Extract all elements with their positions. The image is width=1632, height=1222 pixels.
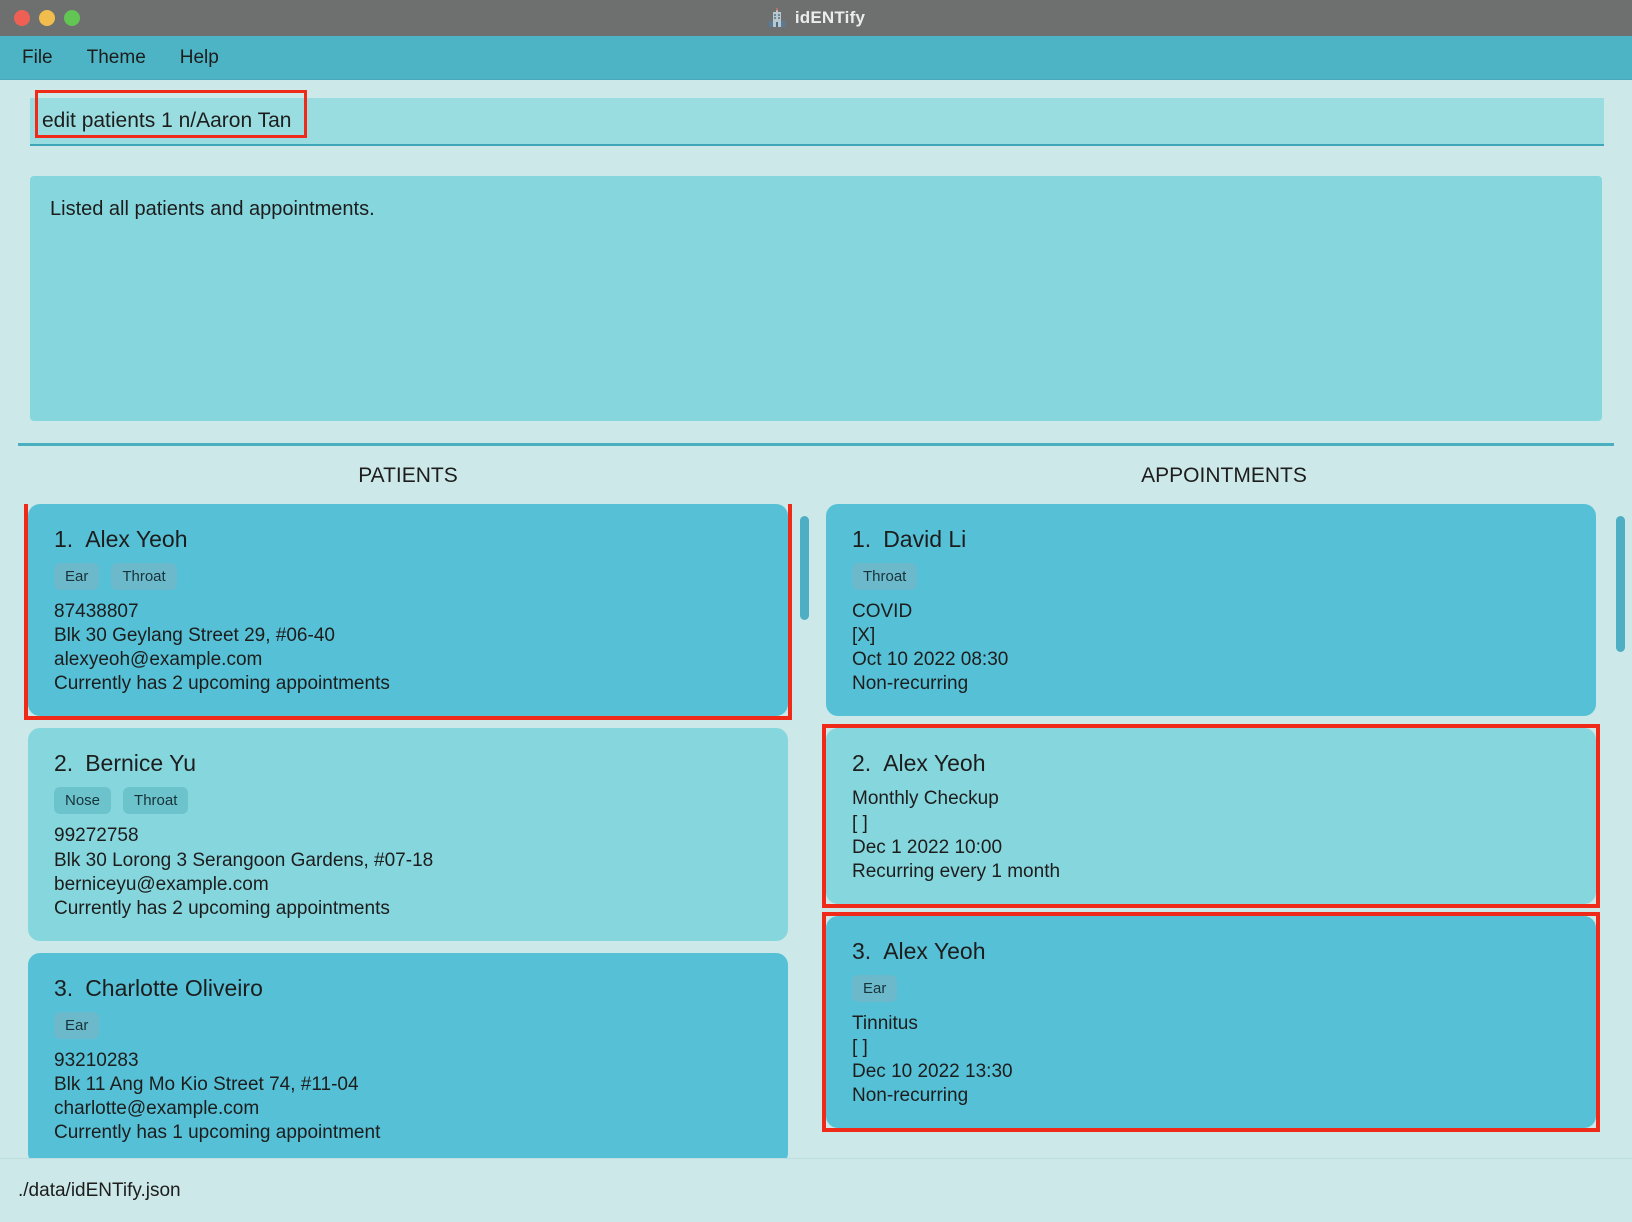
- card-header: 1. Alex Yeoh: [54, 526, 762, 553]
- card-tags: Ear: [54, 1011, 762, 1039]
- card-address: Blk 30 Geylang Street 29, #06-40: [54, 625, 335, 647]
- card-reason: COVID: [852, 600, 913, 622]
- menu-item-help[interactable]: Help: [180, 47, 219, 69]
- window-controls[interactable]: [0, 10, 80, 26]
- appointments-list-area: 1. David Li Throat COVID [X] Oct 10 2022 08:3…: [816, 503, 1632, 1158]
- tag-chip: Throat: [111, 562, 177, 590]
- appointments-card[interactable]: 3. Alex Yeoh Ear Tinnitus [ ] Dec 10 2022 13:…: [822, 911, 1600, 1133]
- card-datetime: Dec 10 2022 13:30: [852, 1061, 1013, 1083]
- card-tags: Throat: [852, 562, 1570, 590]
- card-name: Bernice Yu: [85, 750, 197, 777]
- patients-panel: PATIENTS 1. Alex Yeoh Ear Throat 87438807 Blk…: [0, 446, 816, 1158]
- card-phone: 87438807: [54, 600, 139, 622]
- result-message: Listed all patients and appointments.: [50, 198, 375, 220]
- appointments-scrollbar[interactable]: [1614, 504, 1632, 1158]
- card-index: 3.: [54, 974, 74, 1001]
- card-phone: 99272758: [54, 825, 139, 847]
- menu-item-theme[interactable]: Theme: [87, 47, 146, 69]
- appointments-list[interactable]: 1. David Li Throat COVID [X] Oct 10 2022 08:3…: [816, 503, 1614, 1158]
- card-recurrence: Recurring every 1 month: [852, 860, 1061, 882]
- card-header: 3. Charlotte Oliveiro: [54, 975, 762, 1002]
- list-panels: PATIENTS 1. Alex Yeoh Ear Throat 87438807 Blk…: [0, 446, 1632, 1158]
- card-reason: Tinnitus: [852, 1012, 918, 1034]
- tag-chip: Throat: [852, 562, 918, 590]
- command-input[interactable]: edit patients 1 n/Aaron Tan: [30, 90, 1604, 146]
- card-header: 3. Alex Yeoh: [852, 938, 1570, 965]
- card-phone: 93210283: [54, 1049, 139, 1071]
- card-name: Alex Yeoh: [85, 525, 188, 552]
- command-area: edit patients 1 n/Aaron Tan: [0, 80, 1632, 146]
- maximize-window-button[interactable]: [64, 10, 80, 26]
- command-input-value: edit patients 1 n/Aaron Tan: [42, 109, 292, 132]
- card-status: [X]: [852, 625, 876, 647]
- card-status: [ ]: [852, 812, 868, 834]
- card-reason: Monthly Checkup: [852, 788, 999, 810]
- card-recurrence: Non-recurring: [852, 673, 969, 695]
- app-window: idENTify File Theme Help edit patients 1…: [0, 0, 1632, 1222]
- tag-chip: Ear: [54, 562, 100, 590]
- minimize-window-button[interactable]: [39, 10, 55, 26]
- card-tags: Ear Throat: [54, 562, 762, 590]
- card-index: 1.: [54, 525, 74, 552]
- card-datetime: Oct 10 2022 08:30: [852, 649, 1009, 671]
- card-appointment-count: Currently has 1 upcoming appointment: [54, 1122, 381, 1144]
- card-email: alexyeoh@example.com: [54, 649, 263, 671]
- appointments-card[interactable]: 1. David Li Throat COVID [X] Oct 10 2022 08:3…: [826, 503, 1596, 717]
- patients-card[interactable]: 3. Charlotte Oliveiro Ear 93210283 Blk 11 An…: [28, 952, 788, 1158]
- card-email: charlotte@example.com: [54, 1098, 260, 1120]
- card-name: David Li: [883, 525, 967, 552]
- status-bar: ./data/idENTify.json: [0, 1158, 1632, 1222]
- card-header: 2. Bernice Yu: [54, 750, 762, 777]
- card-datetime: Dec 1 2022 10:00: [852, 836, 1003, 858]
- card-index: 2.: [852, 750, 872, 777]
- card-header: 1. David Li: [852, 526, 1570, 553]
- appointments-panel: APPOINTMENTS 1. David Li Throat COVID [X] Oct…: [816, 446, 1632, 1158]
- menu-bar: File Theme Help: [0, 36, 1632, 80]
- patients-list-area: 1. Alex Yeoh Ear Throat 87438807 Blk 30 Geyla…: [0, 503, 816, 1158]
- patients-scrollbar-thumb[interactable]: [800, 515, 809, 620]
- title-bar: idENTify: [0, 0, 1632, 36]
- tag-chip: Ear: [852, 974, 898, 1002]
- status-bar-path: ./data/idENTify.json: [18, 1179, 181, 1201]
- patients-card[interactable]: 2. Bernice Yu Nose Throat 99272758 Blk 30 Lor…: [28, 728, 788, 941]
- card-name: Alex Yeoh: [883, 750, 986, 777]
- appointments-scrollbar-thumb[interactable]: [1616, 515, 1625, 652]
- title-center-group: idENTify: [0, 8, 1632, 28]
- card-email: berniceyu@example.com: [54, 873, 269, 895]
- window-title: idENTify: [794, 8, 866, 27]
- patients-panel-title: PATIENTS: [358, 463, 458, 487]
- menu-item-file[interactable]: File: [22, 47, 53, 69]
- card-address: Blk 30 Lorong 3 Serangoon Gardens, #07-1…: [54, 849, 434, 871]
- appointments-panel-title: APPOINTMENTS: [1141, 463, 1307, 487]
- patients-list[interactable]: 1. Alex Yeoh Ear Throat 87438807 Blk 30 Geyla…: [0, 503, 798, 1158]
- card-address: Blk 11 Ang Mo Kio Street 74, #11-04: [54, 1074, 359, 1096]
- result-display: Listed all patients and appointments.: [30, 176, 1602, 421]
- tag-chip: Throat: [123, 787, 189, 815]
- card-recurrence: Non-recurring: [852, 1085, 969, 1107]
- card-appointment-count: Currently has 2 upcoming appointments: [54, 897, 390, 919]
- card-index: 2.: [54, 750, 74, 777]
- tag-chip: Nose: [54, 787, 112, 815]
- tag-chip: Ear: [54, 1011, 100, 1039]
- patients-scrollbar[interactable]: [798, 504, 816, 1158]
- card-appointment-count: Currently has 2 upcoming appointments: [54, 673, 390, 695]
- card-tags: Nose Throat: [54, 787, 762, 815]
- main-content: edit patients 1 n/Aaron Tan Listed all p…: [0, 80, 1632, 1158]
- close-window-button[interactable]: [14, 10, 30, 26]
- card-name: Charlotte Oliveiro: [85, 974, 263, 1001]
- hospital-icon: [767, 8, 787, 28]
- card-index: 1.: [852, 525, 872, 552]
- card-name: Alex Yeoh: [883, 937, 986, 964]
- card-index: 3.: [852, 937, 872, 964]
- card-status: [ ]: [852, 1037, 868, 1059]
- result-area: Listed all patients and appointments.: [0, 146, 1632, 421]
- card-tags: Ear: [852, 974, 1570, 1002]
- patients-card[interactable]: 1. Alex Yeoh Ear Throat 87438807 Blk 30 Geyla…: [24, 503, 792, 721]
- appointments-card[interactable]: 2. Alex Yeoh Monthly Checkup [ ] Dec 1 2022 …: [822, 724, 1600, 908]
- card-header: 2. Alex Yeoh: [852, 750, 1570, 777]
